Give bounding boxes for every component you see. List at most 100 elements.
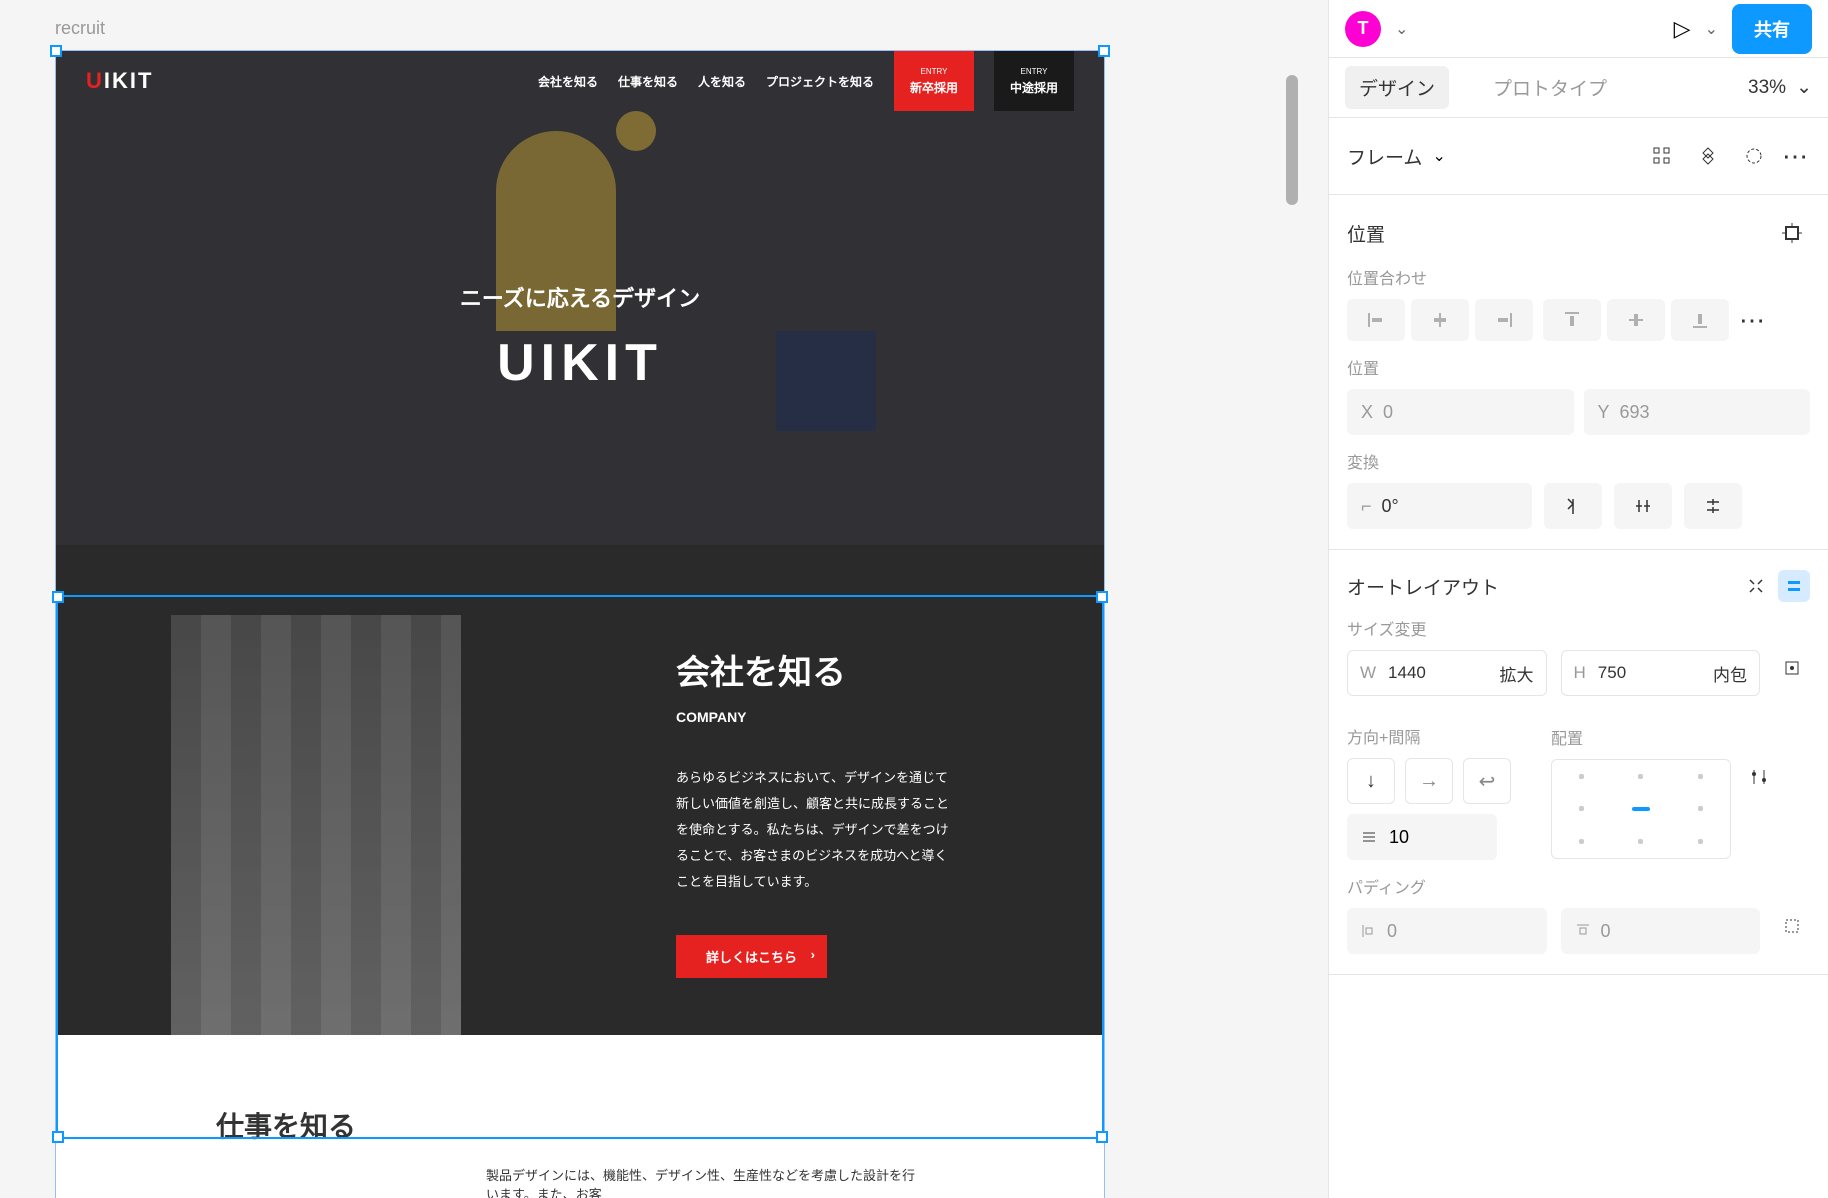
direction-label: 方向+間隔 [1347, 724, 1511, 748]
hero-center-text: ニーズに応えるデザイン UIKIT [56, 281, 1104, 393]
entry-mid-career-button: ENTRY 中途採用 [994, 51, 1074, 111]
y-input[interactable]: Y 693 [1584, 389, 1811, 435]
w-label: W [1360, 663, 1376, 683]
company-section: 会社を知る COMPANY あらゆるビジネスにおいて、デザインを通じて新しい価値… [56, 545, 1104, 1035]
h-value: 750 [1598, 663, 1626, 683]
more-icon[interactable]: ⋯ [1782, 141, 1810, 172]
align-label: 位置合わせ [1347, 265, 1810, 289]
gap-input[interactable]: 10 [1347, 814, 1497, 860]
flip-h-icon[interactable] [1614, 483, 1672, 529]
gap-icon [1361, 829, 1377, 845]
angle-icon: ⌐ [1361, 496, 1372, 517]
autolayout-section: オートレイアウト サイズ変更 W 1440 拡大 H 750 内包 方向+間隔 [1329, 550, 1828, 975]
component-icon[interactable] [1690, 138, 1726, 174]
flip-vert-icon[interactable] [1684, 483, 1742, 529]
h-mode: 内包 [1713, 661, 1747, 686]
rotation-input[interactable]: ⌐ 0° [1347, 483, 1532, 529]
x-value: 0 [1383, 402, 1393, 423]
nav-link: 仕事を知る [618, 73, 678, 90]
entry-main: 中途採用 [1010, 79, 1058, 96]
align-vcenter-button[interactable] [1607, 299, 1665, 341]
align-top-button[interactable] [1543, 299, 1601, 341]
entry-label: ENTRY [921, 67, 948, 76]
collapse-icon[interactable] [1740, 570, 1772, 602]
share-button[interactable]: 共有 [1732, 4, 1812, 54]
nav-link: 会社を知る [538, 73, 598, 90]
padding-v-icon [1575, 923, 1591, 939]
position-section: 位置 位置合わせ ⋯ 位置 X0 Y 693 変換 ⌐ 0° [1329, 195, 1828, 550]
chevron-down-icon[interactable]: ⌄ [1395, 19, 1408, 39]
frame-title: フレーム [1347, 143, 1422, 170]
company-heading: 会社を知る [676, 645, 956, 694]
h-label: H [1574, 663, 1586, 683]
entry-label: ENTRY [1021, 67, 1048, 76]
individual-padding-icon[interactable] [1774, 908, 1810, 944]
logo-rest: IKIT [104, 68, 154, 93]
dir-horizontal-button[interactable]: → [1405, 758, 1453, 804]
rotation-value: 0° [1382, 496, 1399, 517]
pad-h-value: 0 [1387, 921, 1397, 942]
padding-v-input[interactable]: 0 [1561, 908, 1761, 954]
target-icon[interactable] [1774, 215, 1810, 251]
padding-label: パディング [1347, 874, 1810, 898]
pos-label: 位置 [1347, 355, 1810, 379]
align-left-button[interactable] [1347, 299, 1405, 341]
w-value: 1440 [1388, 663, 1426, 683]
top-nav: UIKIT 会社を知る 仕事を知る 人を知る プロジェクトを知る ENTRY 新… [56, 51, 1104, 111]
chevron-down-icon[interactable]: ⌄ [1705, 19, 1718, 39]
nav-link: 人を知る [698, 73, 746, 90]
selected-artboard[interactable]: UIKIT 会社を知る 仕事を知る 人を知る プロジェクトを知る ENTRY 新… [55, 50, 1105, 1198]
company-body: あらゆるビジネスにおいて、デザインを通じて新しい価値を創造し、顧客と共に成長する… [676, 765, 956, 895]
zoom-dropdown[interactable]: 33%⌄ [1748, 76, 1812, 99]
hero-section: UIKIT 会社を知る 仕事を知る 人を知る プロジェクトを知る ENTRY 新… [56, 51, 1104, 545]
logo: UIKIT [86, 68, 153, 94]
align-hcenter-button[interactable] [1411, 299, 1469, 341]
reset-icon[interactable] [1736, 138, 1772, 174]
play-icon[interactable]: ▷ [1674, 16, 1691, 42]
align-label: 配置 [1551, 725, 1777, 749]
height-input[interactable]: H 750 内包 [1561, 650, 1761, 696]
work-heading: 仕事を知る [216, 1105, 944, 1145]
align-right-button[interactable] [1475, 299, 1533, 341]
y-label: Y [1598, 402, 1610, 423]
company-en-label: COMPANY [676, 709, 956, 725]
resize-label: サイズ変更 [1347, 616, 1810, 640]
dir-vertical-button[interactable]: ↓ [1347, 758, 1395, 804]
tab-prototype[interactable]: プロトタイプ [1479, 66, 1621, 109]
work-section: 仕事を知る 製品デザインには、機能性、デザイン性、生産性などを考慮した設計を行い… [56, 1035, 1104, 1198]
canvas-scrollbar[interactable] [1286, 75, 1298, 205]
pad-v-value: 0 [1601, 921, 1611, 942]
hero-title: UIKIT [56, 333, 1104, 393]
width-input[interactable]: W 1440 拡大 [1347, 650, 1547, 696]
frame-section: フレーム ⌄ ⋯ [1329, 118, 1828, 195]
x-input[interactable]: X0 [1347, 389, 1574, 435]
panel-tabs: デザイン プロトタイプ 33%⌄ [1329, 58, 1828, 118]
constraint-icon[interactable] [1774, 650, 1810, 686]
dir-wrap-button[interactable]: ↩ [1463, 758, 1511, 804]
chevron-down-icon[interactable]: ⌄ [1432, 146, 1445, 166]
more-icon[interactable]: ⋯ [1739, 305, 1767, 336]
settings-icon[interactable] [1741, 759, 1777, 795]
canvas-area[interactable]: recruit UIKIT 会社を知る 仕事を知る 人を知る プロジェクトを知る… [0, 0, 1328, 1198]
padding-h-input[interactable]: 0 [1347, 908, 1547, 954]
padding-h-icon [1361, 923, 1377, 939]
company-text-block: 会社を知る COMPANY あらゆるビジネスにおいて、デザインを通じて新しい価値… [676, 645, 956, 978]
autolayout-title: オートレイアウト [1347, 573, 1499, 600]
tab-design[interactable]: デザイン [1345, 66, 1449, 109]
avatar[interactable]: T [1345, 11, 1381, 47]
x-label: X [1361, 402, 1373, 423]
gap-value: 10 [1389, 827, 1409, 848]
hero-subtitle: ニーズに応えるデザイン [56, 281, 1104, 313]
y-value: 693 [1620, 402, 1650, 423]
frame-name-label[interactable]: recruit [55, 18, 105, 39]
align-bottom-button[interactable] [1671, 299, 1729, 341]
properties-panel: T ⌄ ▷ ⌄ 共有 デザイン プロトタイプ 33%⌄ フレーム ⌄ ⋯ 位置 … [1328, 0, 1828, 1198]
transform-label: 変換 [1347, 449, 1810, 473]
position-title: 位置 [1347, 220, 1385, 247]
company-detail-button: 詳しくはこちら [676, 935, 827, 978]
grid-icon[interactable] [1644, 138, 1680, 174]
work-body: 製品デザインには、機能性、デザイン性、生産性などを考慮した設計を行います。また、… [486, 1165, 916, 1198]
flip-v-icon[interactable] [1544, 483, 1602, 529]
autolayout-mode-icon[interactable] [1778, 570, 1810, 602]
alignment-grid[interactable] [1551, 759, 1731, 859]
